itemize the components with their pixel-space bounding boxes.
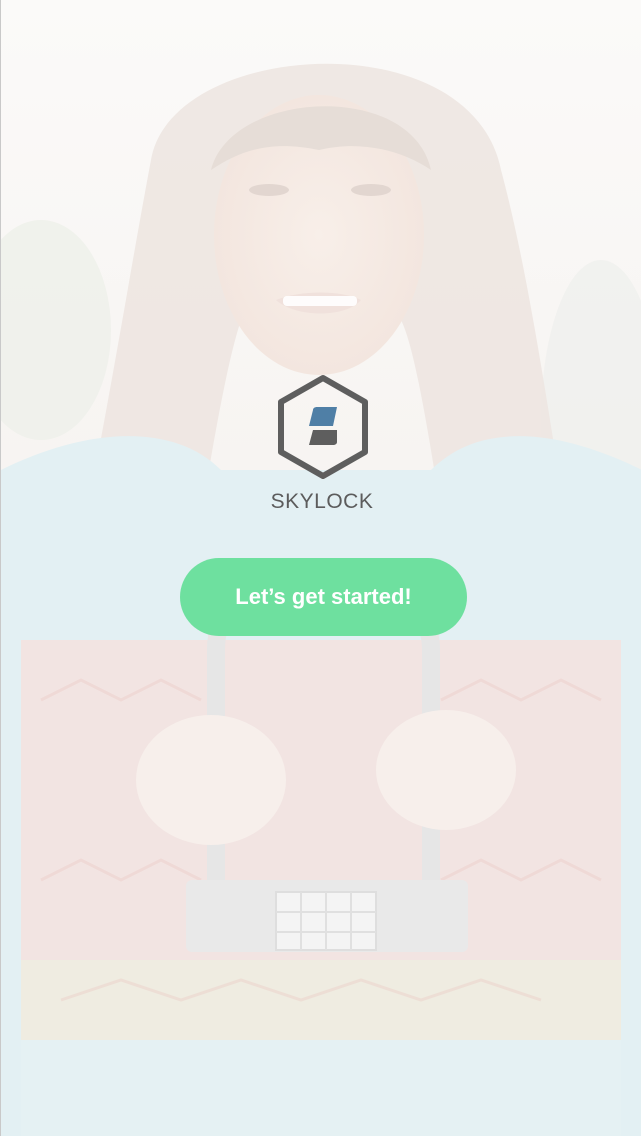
- skylock-hexagon-logo-icon: [278, 375, 368, 479]
- welcome-screen: SKYLOCK Let’s get started!: [0, 0, 641, 1136]
- get-started-button[interactable]: Let’s get started!: [180, 558, 467, 636]
- brand-name: SKYLOCK: [270, 490, 374, 513]
